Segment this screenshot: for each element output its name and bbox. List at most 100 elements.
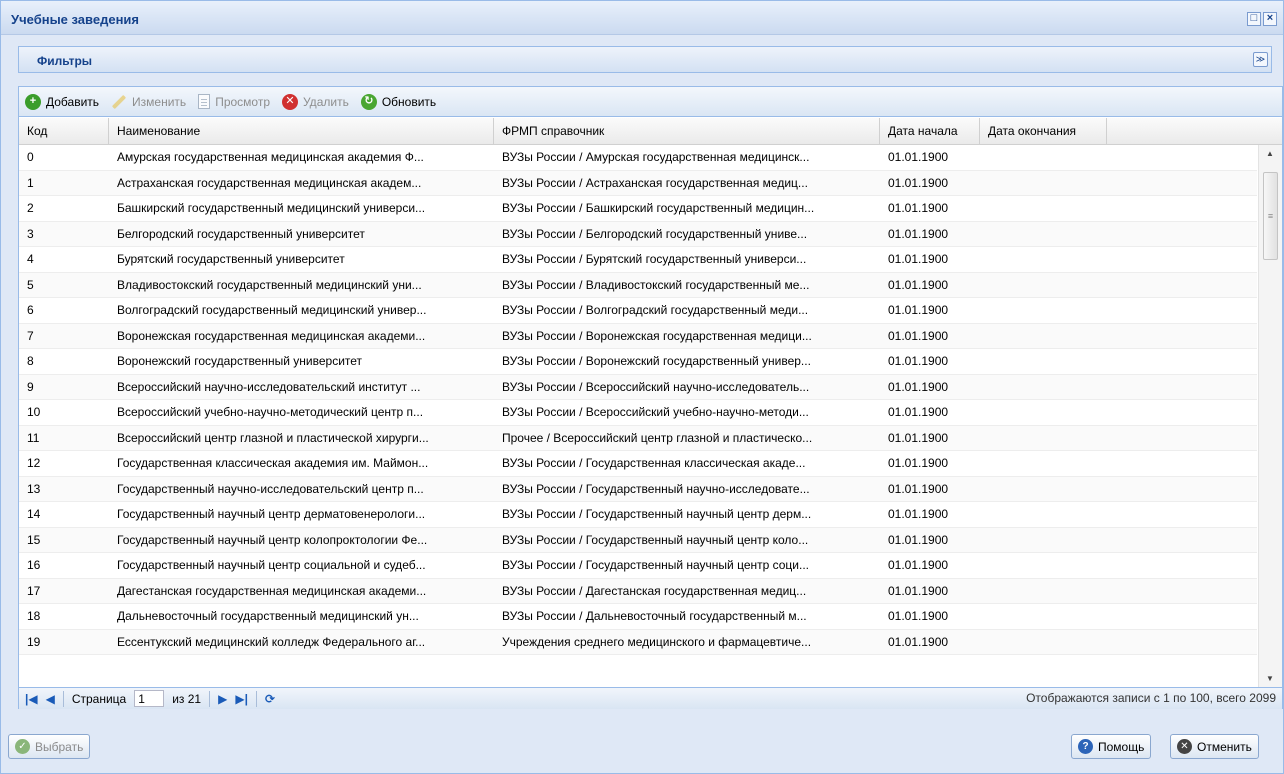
cell-end-date — [980, 171, 1107, 196]
refresh-button[interactable]: ↻ Обновить — [360, 93, 437, 110]
window-title: Учебные заведения — [11, 12, 140, 27]
cell-name: Воронежская государственная медицинская … — [117, 328, 426, 343]
table-row[interactable]: 1 Астраханская государственная медицинска… — [19, 170, 1257, 196]
cell-start-date: 01.01.1900 — [888, 405, 949, 419]
vertical-scrollbar[interactable]: ▲ ≡ ▼ — [1258, 145, 1282, 687]
cell-code: 6 — [27, 303, 34, 317]
cell-code: 8 — [27, 354, 34, 368]
table-row[interactable]: 0 Амурская государственная медицинская ак… — [19, 145, 1257, 171]
refresh-label: Обновить — [381, 94, 437, 109]
table-row[interactable]: 2 Башкирский государственный медицинский … — [19, 196, 1257, 222]
scroll-down-icon[interactable]: ▼ — [1266, 674, 1274, 683]
cancel-button[interactable]: ✕ Отменить — [1170, 734, 1259, 759]
filters-panel[interactable]: Фильтры ≫ — [18, 46, 1272, 73]
cell-frmp: Учреждения среднего медицинского и фарма… — [502, 634, 812, 649]
cell-frmp: ВУЗы России / Владивостокский государств… — [502, 277, 810, 292]
cell-code: 4 — [27, 252, 34, 266]
view-label: Просмотр — [215, 94, 270, 109]
table-row[interactable]: 17 Дагестанская государственная медицинск… — [19, 578, 1257, 604]
table-row[interactable]: 16 Государственный научный центр социальн… — [19, 553, 1257, 579]
table-row[interactable]: 19 Ессентукский медицинский колледж Федер… — [19, 629, 1257, 655]
help-label: Помощь — [1098, 739, 1145, 754]
cell-frmp: ВУЗы России / Государственная классическ… — [502, 456, 806, 470]
cell-frmp: ВУЗы России / Астраханская государственн… — [502, 175, 808, 190]
view-button[interactable]: Просмотр — [198, 94, 270, 109]
check-icon: ✓ — [15, 739, 30, 754]
table-row[interactable]: 8 Воронежский государственный университет… — [19, 349, 1257, 375]
cell-end-date — [980, 400, 1107, 425]
cell-code: 1 — [27, 175, 34, 190]
cell-end-date — [980, 630, 1107, 655]
cell-start-date: 01.01.1900 — [888, 558, 949, 572]
table-row[interactable]: 11 Всероссийский центр глазной и пластиче… — [19, 425, 1257, 451]
delete-button[interactable]: ✕ Удалить — [282, 93, 349, 110]
cell-start-date: 01.01.1900 — [888, 609, 949, 623]
cell-frmp: ВУЗы России / Государственный научный це… — [502, 558, 810, 572]
cell-start-date: 01.01.1900 — [888, 252, 949, 266]
cell-start-date: 01.01.1900 — [888, 201, 949, 215]
cell-code: 2 — [27, 201, 34, 215]
cell-end-date — [980, 196, 1107, 221]
window-header: Учебные заведения □ × — [1, 1, 1283, 35]
close-button[interactable]: × — [1263, 12, 1277, 26]
cell-name: Государственный научный центр дерматовен… — [117, 507, 426, 521]
cell-frmp: ВУЗы России / Дагестанская государственн… — [502, 583, 807, 598]
table-row[interactable]: 14 Государственный научный центр дерматов… — [19, 502, 1257, 528]
cell-start-date: 01.01.1900 — [888, 481, 949, 496]
cell-frmp: ВУЗы России / Государственный научный це… — [502, 507, 812, 521]
first-page-icon[interactable]: |◀ — [25, 692, 38, 706]
table-row[interactable]: 7 Воронежская государственная медицинская… — [19, 323, 1257, 349]
column-header-frmp[interactable]: ФРМП справочник — [494, 118, 880, 145]
edit-button[interactable]: Изменить — [111, 94, 186, 110]
cell-name: Государственный научный центр колопрокто… — [117, 532, 428, 547]
maximize-button[interactable]: □ — [1247, 12, 1261, 26]
scroll-thumb[interactable]: ≡ — [1263, 172, 1278, 260]
table-row[interactable]: 3 Белгородский государственный университе… — [19, 221, 1257, 247]
cell-start-date: 01.01.1900 — [888, 379, 949, 394]
table-row[interactable]: 6 Волгоградский государственный медицинск… — [19, 298, 1257, 324]
cell-name: Всероссийский научно-исследовательский и… — [117, 379, 421, 394]
help-button[interactable]: ? Помощь — [1071, 734, 1152, 759]
filters-title: Фильтры — [37, 54, 93, 68]
table-row[interactable]: 15 Государственный научный центр колопрок… — [19, 527, 1257, 553]
table-row[interactable]: 12 Государственная классическая академия … — [19, 451, 1257, 477]
column-header-start-date[interactable]: Дата начала — [880, 118, 980, 145]
table-row[interactable]: 5 Владивостокский государственный медицин… — [19, 272, 1257, 298]
cell-code: 18 — [27, 609, 41, 623]
reload-icon[interactable]: ⟳ — [265, 692, 275, 706]
cell-start-date: 01.01.1900 — [888, 328, 949, 343]
cell-end-date — [980, 502, 1107, 527]
column-header-name[interactable]: Наименование — [109, 118, 494, 145]
cell-code: 10 — [27, 405, 41, 419]
cell-code: 12 — [27, 456, 41, 470]
refresh-icon: ↻ — [360, 93, 377, 110]
expand-filters-icon[interactable]: ≫ — [1253, 52, 1268, 67]
select-button[interactable]: ✓ Выбрать — [8, 734, 91, 759]
next-page-icon[interactable]: ▶ — [218, 692, 227, 706]
table-row[interactable]: 18 Дальневосточный государственный медици… — [19, 604, 1257, 630]
cell-end-date — [980, 604, 1107, 629]
cell-code: 5 — [27, 277, 34, 292]
table-row[interactable]: 10 Всероссийский учебно-научно-методическ… — [19, 400, 1257, 426]
cell-name: Амурская государственная медицинская ака… — [117, 150, 424, 164]
prev-page-icon[interactable]: ◀ — [46, 692, 55, 706]
page-number-input[interactable] — [134, 690, 165, 707]
table-row[interactable]: 13 Государственный научно-исследовательск… — [19, 476, 1257, 502]
column-header-end-date[interactable]: Дата окончания — [980, 118, 1107, 145]
last-page-icon[interactable]: ▶| — [235, 692, 248, 706]
edit-label: Изменить — [132, 94, 187, 109]
table-row[interactable]: 4 Бурятский государственный университет ВУ… — [19, 247, 1257, 273]
cancel-label: Отменить — [1197, 739, 1252, 754]
cell-start-date: 01.01.1900 — [888, 303, 949, 317]
column-header-code[interactable]: Код — [19, 118, 109, 145]
cell-end-date — [980, 426, 1107, 451]
paging-info: Отображаются записи с 1 по 100, всего 20… — [1026, 691, 1276, 705]
table-row[interactable]: 9 Всероссийский научно-исследовательский … — [19, 374, 1257, 400]
pencil-icon — [111, 94, 127, 110]
add-button[interactable]: + Добавить — [25, 93, 99, 110]
cell-end-date — [980, 375, 1107, 400]
cell-end-date — [980, 553, 1107, 578]
institutions-window: Учебные заведения □ × Фильтры ≫ + Добави… — [0, 0, 1284, 774]
grid-body: 0 Амурская государственная медицинская ак… — [19, 145, 1257, 687]
scroll-up-icon[interactable]: ▲ — [1266, 149, 1274, 158]
